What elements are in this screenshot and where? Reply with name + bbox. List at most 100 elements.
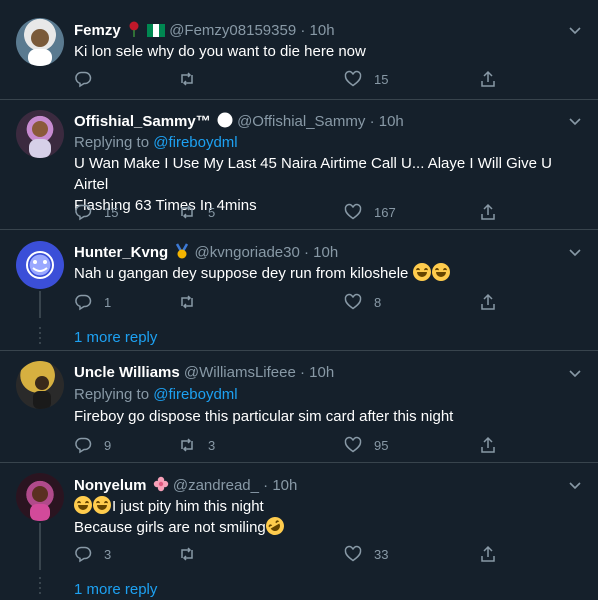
display-name[interactable]: Femzy xyxy=(74,22,121,39)
reply-button[interactable]: 3 xyxy=(74,544,111,564)
handle[interactable]: @zandread_ xyxy=(173,477,259,494)
more-replies-link[interactable]: 1 more reply xyxy=(74,581,157,598)
like-button[interactable]: 8 xyxy=(344,292,381,312)
mention-link[interactable]: @fireboydml xyxy=(153,386,237,403)
handle[interactable]: @kvngoriade30 xyxy=(195,244,300,261)
retweet-button[interactable]: 5 xyxy=(178,202,215,222)
share-button[interactable] xyxy=(479,69,497,89)
retweet-icon xyxy=(181,438,193,452)
rose-icon xyxy=(127,21,141,42)
share-icon xyxy=(481,70,495,87)
retweet-icon xyxy=(181,295,193,309)
display-name[interactable]: Hunter_Kvng xyxy=(74,244,168,261)
avatar[interactable] xyxy=(16,241,64,289)
thread-dots xyxy=(39,577,41,597)
thread-line xyxy=(39,291,41,318)
separator-dot: · xyxy=(304,244,309,261)
display-name[interactable]: Nonyelum xyxy=(74,477,147,494)
separator-dot: · xyxy=(300,364,305,381)
handle[interactable]: @Femzy08159359 xyxy=(169,22,296,39)
display-name[interactable]: Offishial_Sammy™ xyxy=(74,113,211,130)
tweet-uncle-williams[interactable]: Uncle Williams @WilliamsLifeee · 10h Rep… xyxy=(0,351,598,463)
retweet-count: 3 xyxy=(208,437,216,453)
tweet-hunter-kvng[interactable]: Hunter_Kvng @kvngoriade30 · 10h Nah u ga… xyxy=(0,230,598,350)
thread-line xyxy=(39,523,41,570)
retweet-icon xyxy=(181,205,193,219)
chevron-down-icon[interactable] xyxy=(568,366,582,380)
retweet-button[interactable]: 3 xyxy=(178,435,215,455)
share-button[interactable] xyxy=(479,435,497,455)
tears-of-joy-emoji-icon xyxy=(431,263,450,281)
reply-icon xyxy=(75,294,92,311)
separator-dot: · xyxy=(369,113,375,130)
replying-to: Replying to @fireboydml xyxy=(74,134,238,152)
tweet-nonyelum[interactable]: Nonyelum @zandread_ · 10h I just pity hi… xyxy=(0,463,598,600)
like-button[interactable]: 33 xyxy=(344,544,388,564)
reply-button[interactable] xyxy=(74,69,104,89)
timestamp[interactable]: 10h xyxy=(309,364,334,381)
tweet-text-content: Because girls are not smiling xyxy=(74,519,266,536)
retweet-icon xyxy=(181,72,193,86)
reply-button[interactable]: 9 xyxy=(74,435,111,455)
like-count: 167 xyxy=(374,204,396,220)
chevron-down-icon[interactable] xyxy=(568,245,582,259)
retweet-button[interactable] xyxy=(178,69,208,89)
like-button[interactable]: 15 xyxy=(344,69,388,89)
tweet-text-content: Nah u gangan dey suppose dey run from ki… xyxy=(74,265,409,282)
chevron-down-icon[interactable] xyxy=(568,114,582,128)
handle[interactable]: @Offishial_Sammy xyxy=(237,113,365,130)
avatar[interactable] xyxy=(16,110,64,158)
action-bar: 9 3 95 xyxy=(74,435,504,455)
tweet-text-line: Because girls are not smiling xyxy=(74,513,584,539)
like-icon xyxy=(344,436,362,453)
tears-of-joy-emoji-icon xyxy=(74,496,92,514)
avatar[interactable] xyxy=(16,473,64,521)
tweet-text: I just pity him this night Because girls… xyxy=(74,496,584,539)
share-icon xyxy=(481,545,495,562)
like-count: 8 xyxy=(374,294,382,310)
handle[interactable]: @WilliamsLifeee xyxy=(184,364,296,381)
retweet-button[interactable] xyxy=(178,544,208,564)
chevron-down-icon[interactable] xyxy=(568,478,582,492)
reply-count: 3 xyxy=(104,546,112,562)
reply-count: 1 xyxy=(104,294,112,310)
action-bar: 1 8 xyxy=(74,292,504,312)
reply-icon xyxy=(75,71,92,88)
replying-to-label: Replying to xyxy=(74,134,154,151)
retweet-count: 5 xyxy=(208,204,216,220)
separator-dot: · xyxy=(263,477,269,494)
retweet-button[interactable] xyxy=(178,292,208,312)
tweet-text: Fireboy go dispose this particular sim c… xyxy=(74,408,454,425)
timestamp[interactable]: 10h xyxy=(379,113,404,130)
share-button[interactable] xyxy=(479,202,497,222)
more-replies-link[interactable]: 1 more reply xyxy=(74,329,157,346)
share-icon xyxy=(481,436,495,453)
display-name[interactable]: Uncle Williams xyxy=(74,364,180,381)
action-bar: 3 33 xyxy=(74,544,504,564)
avatar-image xyxy=(29,121,51,158)
white-circle-icon xyxy=(217,112,233,133)
action-bar: 15 5 167 xyxy=(74,202,504,222)
reply-count: 15 xyxy=(104,204,119,220)
chevron-down-icon[interactable] xyxy=(568,23,582,37)
share-button[interactable] xyxy=(479,292,497,312)
timestamp[interactable]: 10h xyxy=(313,244,338,261)
avatar[interactable] xyxy=(16,18,64,66)
tweet-femzy[interactable]: Femzy @Femzy08159359 · 10h Ki lon sele w… xyxy=(0,0,598,100)
timestamp[interactable]: 10h xyxy=(272,477,297,494)
mention-link[interactable]: @fireboydml xyxy=(153,134,237,151)
share-icon xyxy=(481,203,495,220)
like-icon xyxy=(344,545,362,562)
like-button[interactable]: 95 xyxy=(344,435,388,455)
reply-button[interactable]: 15 xyxy=(74,202,118,222)
reply-button[interactable]: 1 xyxy=(74,292,111,312)
like-count: 33 xyxy=(374,546,389,562)
share-button[interactable] xyxy=(479,544,497,564)
tweet-text: Ki lon sele why do you want to die here … xyxy=(74,43,366,60)
like-button[interactable]: 167 xyxy=(344,202,396,222)
tweet-offishial-sammy[interactable]: Offishial_Sammy™ @Offishial_Sammy · 10h … xyxy=(0,100,598,230)
avatar[interactable] xyxy=(16,361,64,409)
avatar-image xyxy=(26,251,54,279)
reply-icon xyxy=(75,204,92,221)
timestamp[interactable]: 10h xyxy=(310,22,335,39)
